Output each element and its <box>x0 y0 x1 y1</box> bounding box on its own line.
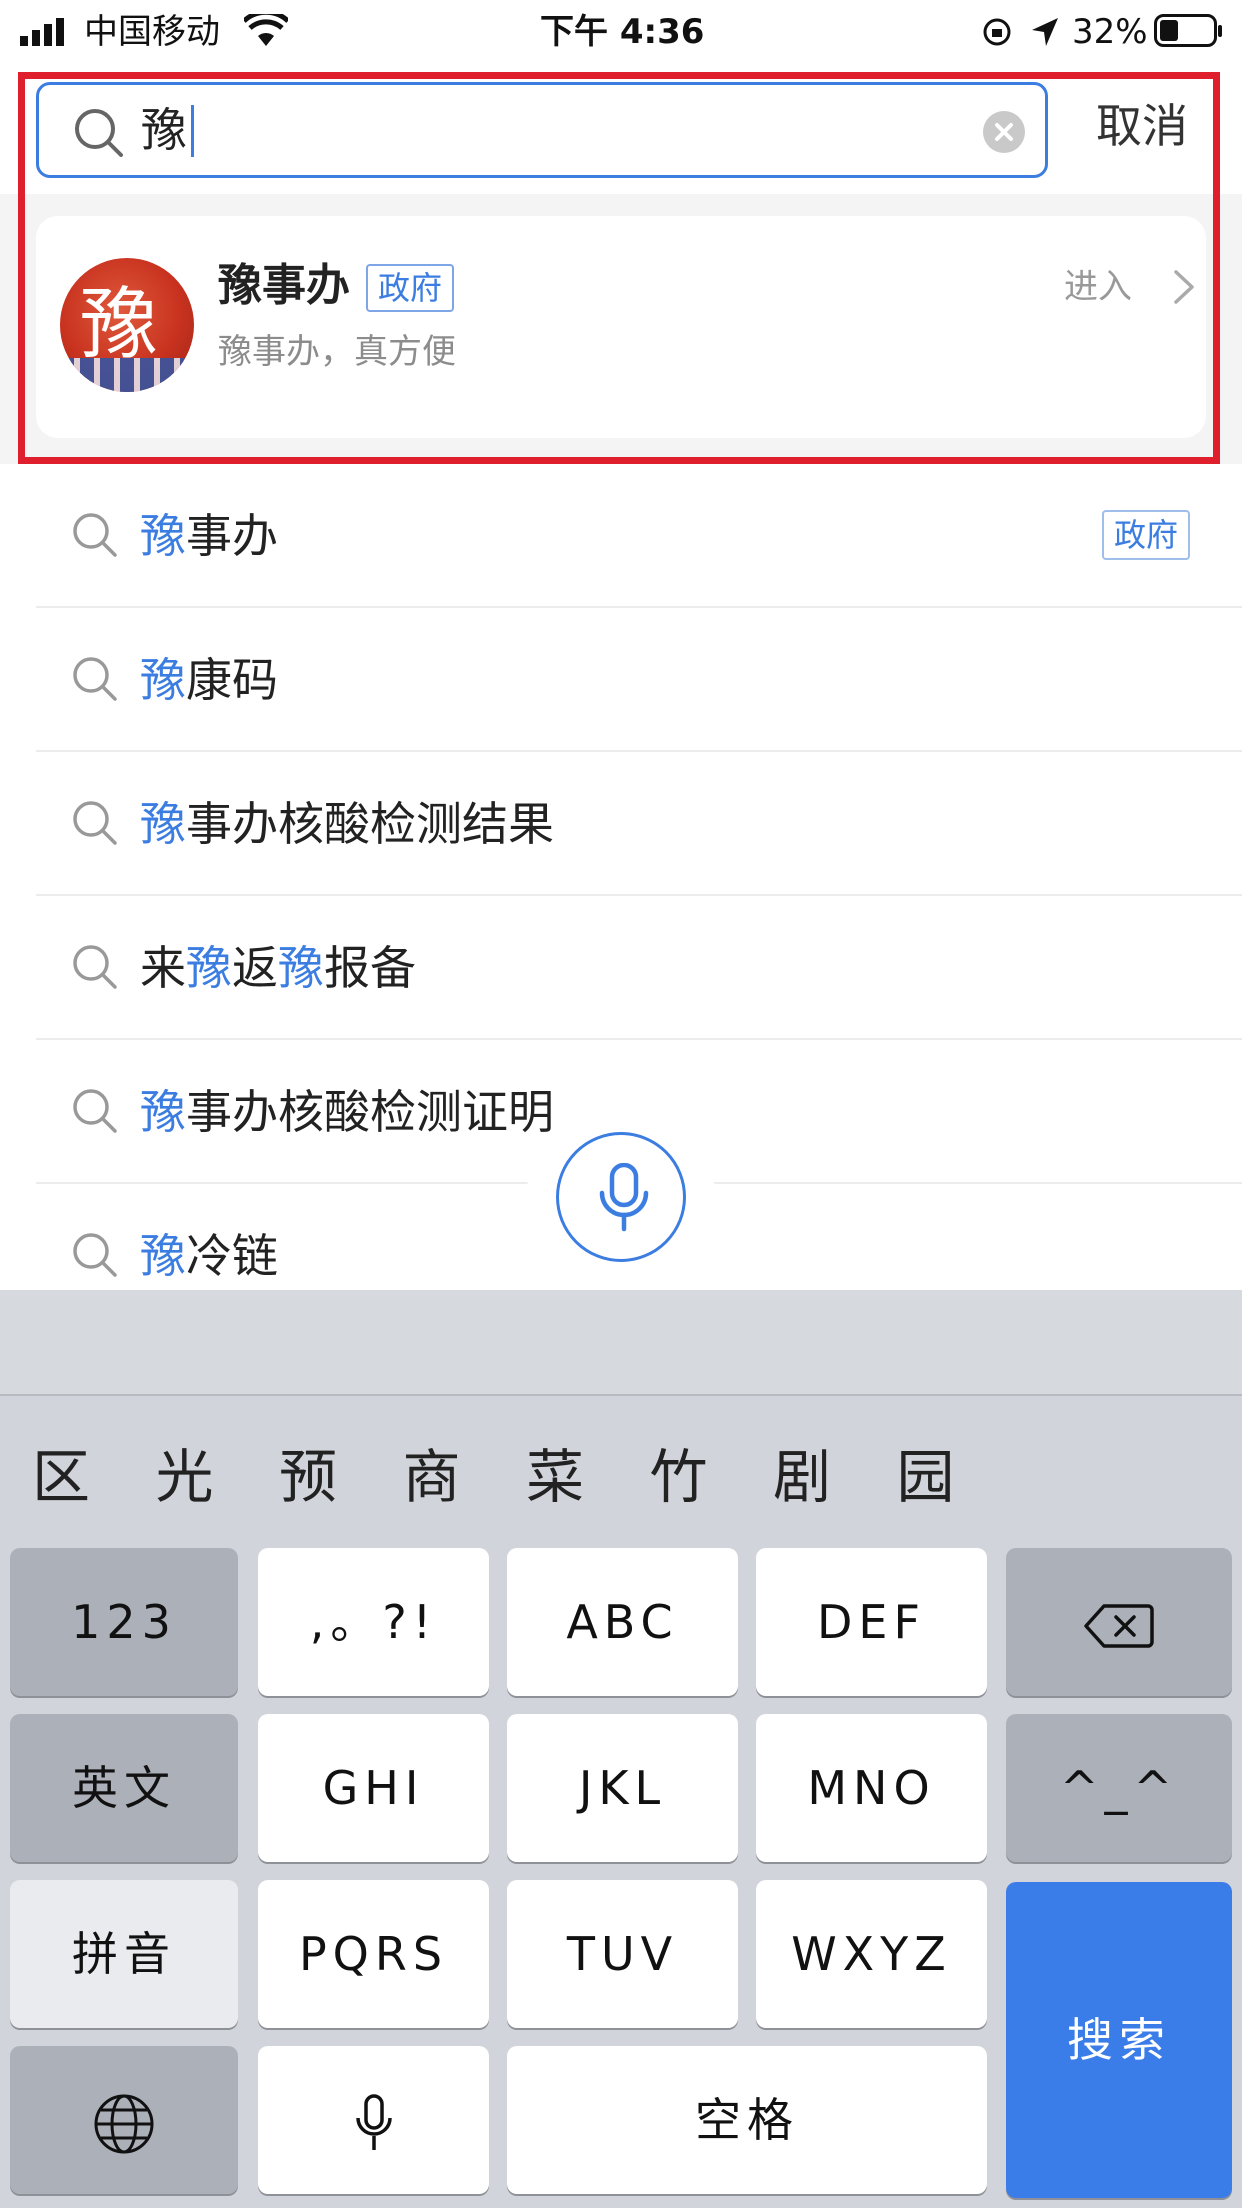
suggestion-item[interactable]: 豫康码 <box>0 608 1242 752</box>
orientation-lock-icon <box>983 18 1011 46</box>
backspace-key[interactable] <box>1006 1548 1232 1696</box>
candidate-word[interactable]: 光 <box>156 1442 214 1512</box>
suggestion-match-highlight: 豫 <box>140 653 186 707</box>
candidate-word[interactable]: 预 <box>279 1442 337 1512</box>
punctuation-key[interactable]: ,。?! <box>258 1548 489 1696</box>
ghi-key[interactable]: GHI <box>258 1714 489 1862</box>
suggestion-text-part: 冷链 <box>186 1229 278 1283</box>
search-icon <box>73 801 117 845</box>
suggestion-match-highlight: 豫 <box>186 941 232 995</box>
candidate-word[interactable]: 商 <box>403 1442 461 1512</box>
candidate-word[interactable]: 剧 <box>773 1442 831 1512</box>
suggestion-text-part: 报备 <box>324 941 416 995</box>
location-icon <box>1032 18 1058 46</box>
abc-key[interactable]: ABC <box>507 1548 738 1696</box>
jkl-key[interactable]: JKL <box>507 1714 738 1862</box>
suggestion-category-badge: 政府 <box>1102 510 1191 560</box>
def-key[interactable]: DEF <box>756 1548 987 1696</box>
candidate-word[interactable]: 菜 <box>526 1442 584 1512</box>
battery-icon <box>1154 14 1222 47</box>
suggestion-text: 来豫返豫报备 <box>140 938 416 998</box>
search-icon <box>73 945 117 989</box>
candidate-word[interactable]: 竹 <box>650 1442 708 1512</box>
highlight-annotation-box <box>18 72 1220 464</box>
suggestion-text-part: 事办核酸检测证明 <box>186 1085 554 1139</box>
candidate-word[interactable]: 区 <box>32 1442 90 1512</box>
english-key[interactable]: 英文 <box>10 1714 238 1862</box>
suggestion-text: 豫事办核酸检测结果 <box>140 794 554 854</box>
suggestion-match-highlight: 豫 <box>140 797 186 851</box>
candidate-word[interactable]: 园 <box>897 1442 955 1512</box>
suggestion-text: 豫事办核酸检测证明 <box>140 1082 554 1142</box>
suggestion-text: 豫康码 <box>140 650 278 710</box>
microphone-icon <box>355 2093 392 2150</box>
suggestion-text: 豫事办 <box>140 506 278 566</box>
pinyin-key[interactable]: 拼音 <box>10 1880 238 2028</box>
search-icon <box>73 513 117 557</box>
suggestion-text-part: 事办核酸检测结果 <box>186 797 554 851</box>
suggestion-match-highlight: 豫 <box>140 1085 186 1139</box>
keyboard: 区光预商菜竹剧园 123,。?! ABC DEF 英文 GHI JKL MNO ^_^ 拼音 PQ… <box>0 1290 1242 2208</box>
signal-icon <box>20 18 64 46</box>
search-icon <box>73 1089 117 1133</box>
suggestion-text-part: 返 <box>232 941 278 995</box>
search-icon <box>73 1233 117 1277</box>
suggestion-text: 豫冷链 <box>140 1226 278 1286</box>
suggestion-text-part: 康码 <box>186 653 278 707</box>
suggestion-text-part: 事办 <box>186 509 278 563</box>
keyboard-toolbar <box>0 1290 1242 1396</box>
voice-search-button[interactable] <box>556 1132 686 1262</box>
suggestion-item[interactable]: 豫事办 政府 <box>0 464 1242 608</box>
mno-key[interactable]: MNO <box>756 1714 987 1862</box>
carrier-label: 中国移动 <box>84 12 220 52</box>
suggestion-text-part: 来 <box>140 941 186 995</box>
pqrs-key[interactable]: PQRS <box>258 1880 489 2028</box>
search-icon <box>73 657 117 701</box>
suggestion-item[interactable]: 豫事办核酸检测结果 <box>0 752 1242 896</box>
globe-icon <box>94 2094 154 2153</box>
status-bar: 中国移动 下午 4:36 32% <box>0 0 1242 64</box>
suggestion-match-highlight: 豫 <box>140 509 186 563</box>
backspace-icon <box>1084 1603 1154 1648</box>
microphone-icon <box>599 1163 649 1232</box>
space-key[interactable]: 空格 <box>507 2046 987 2194</box>
clock: 下午 4:36 <box>540 12 705 52</box>
microphone-key[interactable] <box>258 2046 489 2194</box>
globe-key[interactable] <box>10 2046 238 2194</box>
suggestion-match-highlight: 豫 <box>140 1229 186 1283</box>
tuv-key[interactable]: TUV <box>507 1880 738 2028</box>
wifi-icon <box>244 14 288 46</box>
battery-percent: 32% <box>1072 12 1148 52</box>
emoticon-key[interactable]: ^_^ <box>1006 1714 1232 1862</box>
suggestion-item[interactable]: 来豫返豫报备 <box>0 896 1242 1040</box>
search-key[interactable]: 搜索 <box>1006 1882 1232 2198</box>
suggestion-match-highlight: 豫 <box>278 941 324 995</box>
numbers-key[interactable]: 123 <box>10 1548 238 1696</box>
wxyz-key[interactable]: WXYZ <box>756 1880 987 2028</box>
